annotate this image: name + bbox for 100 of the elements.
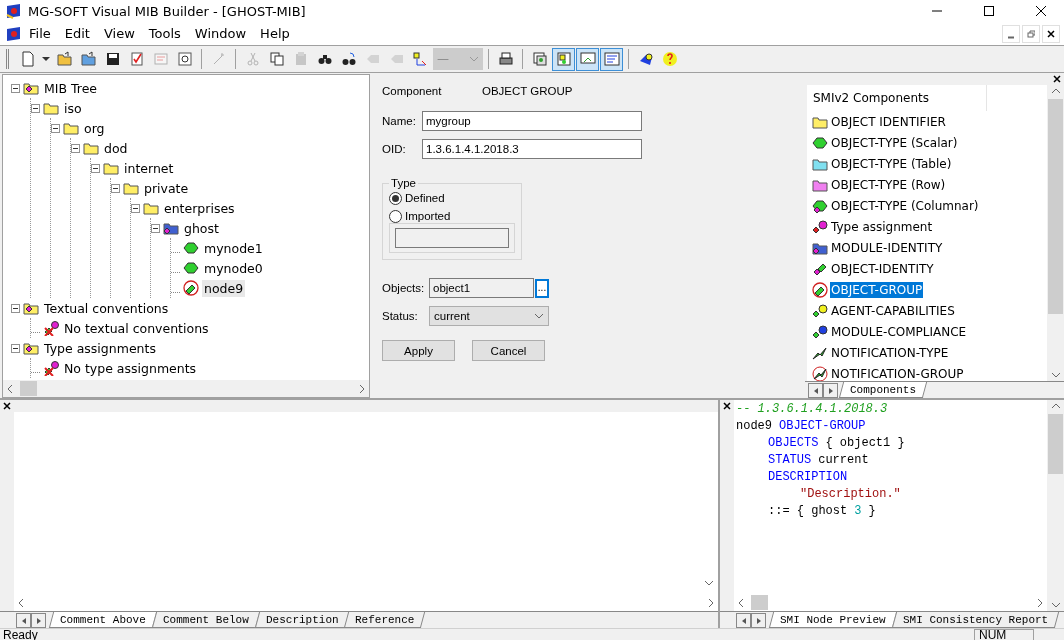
tree-item[interactable]: iso	[62, 99, 84, 117]
tree-item[interactable]: ghost	[182, 219, 221, 237]
tree-item[interactable]: No textual conventions	[62, 319, 211, 337]
field-label: Name:	[382, 115, 417, 127]
component-item[interactable]: MODULE-COMPLIANCE	[830, 323, 968, 340]
field-label: Status:	[382, 310, 419, 322]
component-item[interactable]: OBJECT-TYPE (Columnar)	[830, 197, 980, 214]
folder-icon	[63, 120, 79, 136]
scroll-left-button[interactable]	[808, 383, 823, 398]
component-item[interactable]: NOTIFICATION-TYPE	[830, 344, 950, 361]
code-token: OBJECTS	[768, 435, 819, 450]
component-item[interactable]: AGENT-CAPABILITIES	[830, 302, 956, 319]
scroll-thumb[interactable]	[751, 595, 768, 610]
collapse-icon	[11, 303, 20, 313]
menu-item[interactable]: File	[22, 26, 58, 41]
tool-icon	[176, 51, 193, 67]
component-item[interactable]: MODULE-IDENTITY	[830, 239, 944, 256]
component-item[interactable]: NOTIFICATION-GROUP	[830, 365, 965, 381]
code-token: }	[868, 503, 876, 518]
objects-field[interactable]: object1	[429, 278, 534, 298]
component-item[interactable]: OBJECT-TYPE (Table)	[830, 155, 953, 172]
tab[interactable]: Reference	[344, 612, 426, 628]
scroll-right-button[interactable]	[31, 613, 46, 628]
tool-icon	[268, 51, 285, 67]
tree-item[interactable]: internet	[122, 159, 176, 177]
scrollbar[interactable]	[734, 594, 1047, 611]
leaf-icon	[183, 260, 199, 276]
tree-item[interactable]: mynode1	[202, 239, 265, 257]
tool-icon	[56, 51, 73, 67]
tree-item[interactable]: private	[142, 179, 191, 197]
component-type: OBJECT GROUP	[482, 85, 573, 97]
name-field[interactable]: mygroup	[422, 111, 642, 131]
menu-item[interactable]: View	[96, 26, 142, 41]
component-item[interactable]: OBJECT-TYPE (Row)	[830, 176, 947, 193]
component-item[interactable]: OBJECT-IDENTITY	[830, 260, 935, 277]
tree-item[interactable]: dod	[102, 139, 130, 157]
scroll-thumb[interactable]	[1048, 99, 1063, 314]
scroll-thumb[interactable]	[20, 381, 37, 396]
component-item[interactable]: OBJECT-GROUP	[830, 281, 924, 298]
tool-icon	[128, 51, 145, 67]
tab[interactable]: Components	[838, 382, 928, 398]
component-item[interactable]: OBJECT IDENTIFIER	[830, 113, 947, 130]
tree-item[interactable]: enterprises	[162, 199, 237, 217]
scroll-thumb[interactable]	[1048, 414, 1063, 474]
tree-item[interactable]: org	[82, 119, 107, 137]
menu-item[interactable]: Tools	[141, 26, 188, 41]
tab[interactable]: SMI Node Preview	[768, 612, 897, 628]
code-token: STATUS	[768, 452, 812, 467]
tree-item[interactable]: No type assignments	[62, 359, 199, 377]
code-token: DESCRIPTION	[768, 469, 848, 484]
scroll-left-button[interactable]	[16, 613, 31, 628]
component-item[interactable]: OBJECT-TYPE (Scalar)	[830, 134, 959, 151]
close-icon	[723, 402, 731, 410]
chevron-down-icon	[704, 579, 714, 587]
minimize-button[interactable]	[1002, 24, 1020, 43]
column-header[interactable]: SMIv2 Components	[807, 85, 987, 111]
chevron-right-icon	[358, 383, 366, 394]
oid-field[interactable]: 1.3.6.1.4.1.2018.3	[422, 139, 642, 159]
menu-item[interactable]: Edit	[57, 26, 97, 41]
leaf-icon	[183, 240, 199, 256]
tab[interactable]: Comment Above	[48, 612, 157, 628]
browse-button[interactable]: ...	[535, 278, 549, 298]
form-button[interactable]: Apply	[382, 340, 455, 361]
chevron-down-icon	[1050, 371, 1061, 379]
tree-item[interactable]: Type assignments	[42, 339, 158, 357]
radio-option[interactable]: Defined	[389, 189, 515, 207]
menu-item[interactable]: Window	[187, 26, 254, 41]
code-token: -- 1.3.6.1.4.1.2018.3	[736, 401, 888, 416]
tree-item[interactable]: MIB Tree	[42, 79, 100, 97]
folder-icon	[23, 300, 39, 316]
tool-icon	[19, 51, 36, 67]
document-logo-icon	[6, 25, 22, 42]
restore-icon	[1027, 29, 1035, 38]
folder-icon	[43, 100, 59, 116]
tool-icon	[152, 51, 169, 67]
component-item[interactable]: Type assignment	[830, 218, 934, 235]
radio-option[interactable]: Imported	[389, 207, 515, 225]
scrollbar[interactable]	[3, 380, 369, 397]
status-select[interactable]: current	[429, 306, 549, 326]
minimize-icon	[1007, 36, 1015, 39]
tree-item[interactable]: node9	[202, 279, 246, 297]
tree-item[interactable]: mynode0	[202, 259, 265, 277]
collapse-icon	[11, 83, 20, 93]
code-token: { object1 }	[825, 435, 905, 450]
tool-icon	[555, 51, 572, 67]
triangle-right-icon	[34, 616, 43, 625]
tab[interactable]: SMI Consistency Report	[891, 612, 1059, 628]
scroll-right-button[interactable]	[751, 613, 766, 628]
close-button[interactable]	[1042, 24, 1060, 43]
scroll-left-button[interactable]	[736, 613, 751, 628]
menu-item[interactable]: Help	[253, 26, 297, 41]
tree-item[interactable]: Textual conventions	[42, 299, 171, 317]
triangle-right-icon	[826, 386, 835, 395]
tool-icon	[80, 51, 97, 67]
form-button[interactable]: Cancel	[472, 340, 545, 361]
status-indicator: NUM	[974, 628, 1034, 640]
close-icon	[1053, 75, 1061, 83]
tab[interactable]: Comment Below	[151, 612, 260, 628]
scrollbar[interactable]	[1047, 85, 1064, 381]
scroll-right-button[interactable]	[823, 383, 838, 398]
